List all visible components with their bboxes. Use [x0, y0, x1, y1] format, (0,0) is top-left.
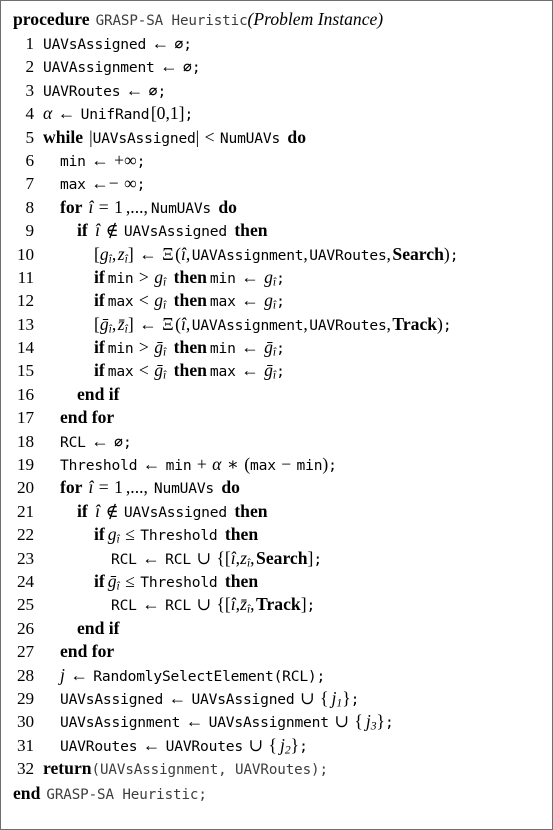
- algo-line-27: 27 end for: [6, 640, 547, 663]
- procedure-keyword: procedure: [13, 9, 90, 29]
- line-number: 7: [25, 174, 35, 194]
- line-content: α ← UnifRand [0,1];: [43, 103, 194, 124]
- line-number: 10: [17, 244, 34, 264]
- line-content: RCL ← ∅;: [60, 430, 132, 451]
- line-content: for î = 1,..., NumUAVs do: [60, 196, 237, 217]
- algo-line-12: 12 if max < gî then max ← gî;: [6, 289, 547, 312]
- line-number: 8: [25, 197, 35, 217]
- algorithm-block: procedure GRASP-SA Heuristic (Problem In…: [0, 0, 553, 830]
- line-content: if î ∉ UAVsAssigned then: [77, 500, 268, 521]
- line-number: 28: [17, 665, 34, 685]
- algo-line-5: 5 while |UAVsAssigned| < NumUAVs do: [6, 126, 547, 149]
- algo-line-24: 24 if ḡî ≤ Threshold then: [6, 570, 547, 593]
- algo-line-13: 13 [ḡî, z̄î] ← Ξ (î, UAVAssignment, UAVR…: [6, 313, 547, 336]
- line-number: 14: [17, 338, 34, 358]
- algo-line-14: 14 if min > ḡî then min ← ḡî;: [6, 336, 547, 359]
- line-number: 12: [17, 291, 34, 311]
- algo-line-20: 20 for î = 1,..., NumUAVs do: [6, 476, 547, 499]
- line-number: 32: [17, 759, 34, 779]
- line-content: min ← +∞;: [60, 149, 146, 170]
- algo-line-22: 22 if gî ≤ Threshold then: [6, 523, 547, 546]
- line-number: 29: [17, 688, 34, 708]
- algo-line-2: 2 UAVAssignment ← ∅;: [6, 55, 547, 78]
- line-content: Threshold ← min + α ∗ (max − min);: [60, 454, 337, 475]
- algo-line-26: 26 end if: [6, 617, 547, 640]
- algo-line-21: 21 if î ∉ UAVsAssigned then: [6, 500, 547, 523]
- line-number: 2: [25, 57, 35, 77]
- line-number: 13: [17, 314, 34, 334]
- end-keyword: end: [13, 782, 41, 803]
- line-number: 24: [17, 571, 34, 591]
- algo-line-7: 7 max ←− ∞;: [6, 172, 547, 195]
- line-content: max ←− ∞;: [60, 173, 146, 194]
- algo-line-17: 17 end for: [6, 406, 547, 429]
- line-content: end if: [77, 383, 120, 404]
- algo-line-4: 4 α ← UnifRand [0,1];: [6, 102, 547, 125]
- line-content: end for: [60, 407, 115, 428]
- line-number: 31: [17, 735, 34, 755]
- algo-line-23: 23 RCL ← RCL ∪ {[î,zî, Search];: [6, 547, 547, 570]
- line-number: 6: [25, 150, 35, 170]
- algo-line-32: 32 return(UAVsAssignment, UAVRoutes);: [6, 757, 547, 780]
- algo-line-10: 10 [gî, zî] ← Ξ (î, UAVAssignment, UAVRo…: [6, 243, 547, 266]
- line-number: 1: [25, 34, 35, 53]
- line-content: UAVAssignment ← ∅;: [43, 56, 201, 77]
- line-number: 11: [17, 267, 34, 287]
- end-procedure-name: GRASP-SA Heuristic;: [46, 786, 207, 803]
- algo-line-29: 29 UAVsAssigned ← UAVsAssigned ∪ {j1};: [6, 687, 547, 710]
- line-number: 18: [17, 431, 34, 451]
- line-number: 4: [25, 104, 35, 124]
- line-number: 26: [17, 618, 34, 638]
- line-content: end for: [60, 641, 115, 662]
- line-number: 21: [17, 501, 34, 521]
- line-number: 23: [17, 548, 34, 568]
- line-content: return(UAVsAssignment, UAVRoutes);: [43, 758, 328, 779]
- line-content: j ← RandomlySelectElement(RCL);: [60, 664, 326, 685]
- algo-line-1: 1 UAVsAssigned ← ∅;: [6, 32, 547, 55]
- line-content: for î = 1,..., NumUAVs do: [60, 477, 240, 498]
- procedure-name: GRASP-SA Heuristic: [95, 13, 248, 29]
- line-content: if î ∉ UAVsAssigned then: [77, 220, 268, 241]
- algo-line-19: 19 Threshold ← min + α ∗ (max − min);: [6, 453, 547, 476]
- line-number: 3: [25, 80, 35, 100]
- algo-line-30: 30 UAVsAssignment ← UAVsAssignment ∪ {j3…: [6, 710, 547, 733]
- line-content: UAVRoutes ← ∅;: [43, 79, 167, 100]
- algo-line-15: 15 if max < ḡî then max ← ḡî;: [6, 359, 547, 382]
- algo-line-28: 28 j ← RandomlySelectElement(RCL);: [6, 664, 547, 687]
- procedure-argument: (Problem Instance): [247, 9, 384, 29]
- line-content: while |UAVsAssigned| < NumUAVs do: [43, 126, 307, 147]
- line-number: 22: [17, 525, 34, 545]
- algo-line-31: 31 UAVRoutes ← UAVRoutes ∪ {j2};: [6, 734, 547, 757]
- algo-line-25: 25 RCL ← RCL ∪ {[î,z̄î, Track];: [6, 593, 547, 616]
- line-content: UAVsAssigned ← ∅;: [43, 33, 192, 53]
- algo-line-9: 9 if î ∉ UAVsAssigned then: [6, 219, 547, 242]
- algo-line-3: 3 UAVRoutes ← ∅;: [6, 79, 547, 102]
- algo-line-18: 18 RCL ← ∅;: [6, 430, 547, 453]
- line-content: end if: [77, 617, 120, 638]
- line-number: 19: [17, 455, 34, 475]
- line-number: 20: [17, 478, 34, 498]
- line-number: 9: [25, 221, 35, 241]
- line-number: 30: [17, 712, 34, 732]
- line-number: 5: [25, 127, 35, 147]
- algo-line-6: 6 min ← +∞;: [6, 149, 547, 172]
- line-number: 27: [17, 642, 34, 662]
- algorithm-header: procedure GRASP-SA Heuristic (Problem In…: [6, 7, 547, 32]
- algo-line-8: 8 for î = 1,..., NumUAVs do: [6, 196, 547, 219]
- algo-line-11: 11 if min > gî then min ← gî;: [6, 266, 547, 289]
- algo-line-16: 16 end if: [6, 383, 547, 406]
- algorithm-footer: end GRASP-SA Heuristic;: [6, 781, 547, 805]
- line-number: 15: [17, 361, 34, 381]
- line-number: 17: [17, 408, 34, 428]
- line-number: 16: [17, 384, 34, 404]
- line-number: 25: [17, 595, 34, 615]
